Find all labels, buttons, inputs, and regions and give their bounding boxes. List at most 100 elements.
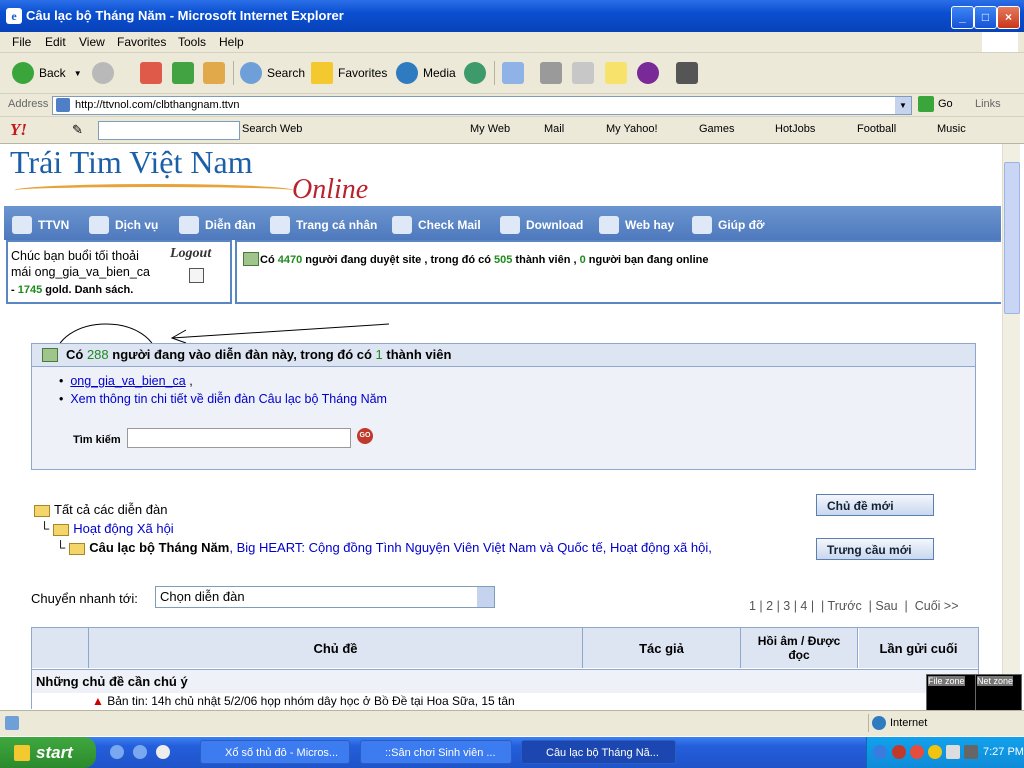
member-separator: , (185, 374, 193, 388)
nav-profile[interactable]: Trang cá nhân (270, 216, 377, 234)
star-icon (311, 62, 333, 84)
yahoo-search-input[interactable] (98, 121, 240, 140)
mail-button[interactable] (502, 59, 529, 87)
history-icon (464, 62, 486, 84)
go-button[interactable]: Go (918, 96, 953, 112)
stop-button[interactable] (140, 59, 167, 87)
yahoo-my-web[interactable]: My Web (470, 123, 510, 135)
minimize-button[interactable]: _ (951, 6, 974, 29)
refresh-button[interactable] (172, 59, 199, 87)
history-button[interactable] (464, 59, 491, 87)
menu-view[interactable]: View (79, 35, 105, 49)
maximize-button[interactable]: □ (974, 6, 997, 29)
nav-web-hay[interactable]: Web hay (599, 216, 674, 234)
breadcrumb-parent-link[interactable]: Hoạt động Xã hội (73, 521, 173, 536)
quicklaunch-media-icon[interactable] (156, 745, 170, 759)
forum-search-go-button[interactable]: GO (357, 428, 373, 444)
yahoo-music[interactable]: Music (937, 123, 966, 135)
profile-icon (270, 216, 290, 234)
new-poll-button[interactable]: Trưng cầu mới (816, 538, 934, 560)
nav-services[interactable]: Dịch vụ (89, 216, 158, 234)
print-button[interactable] (540, 59, 567, 87)
forum-online-header: Có 288 người đang vào diễn đàn này, tron… (32, 344, 975, 367)
breadcrumb-sibling-links[interactable]: , Big HEART: Cộng đồng Tình Nguyện Viên … (229, 540, 712, 555)
yahoo-messenger-button[interactable] (637, 59, 664, 87)
menu-edit[interactable]: Edit (45, 35, 66, 49)
mail-icon (392, 216, 412, 234)
close-button[interactable]: × (997, 6, 1020, 29)
annotation-arrowhead (170, 329, 187, 344)
yahoo-toolbar: Y! ✎ Search Web My Web Mail My Yahoo! Ga… (0, 117, 1024, 144)
nav-ttvn-label: TTVN (38, 218, 70, 232)
pagination[interactable]: 1 | 2 | 3 | 4 | | Trước | Sau | Cuối >> (749, 599, 959, 613)
window-titlebar[interactable]: e Câu lạc bộ Tháng Năm - Microsoft Inter… (0, 0, 1024, 32)
user-greeting: Chúc bạn buổi tối thoải mái ong_gia_va_b… (11, 249, 150, 279)
menu-favorites[interactable]: Favorites (117, 35, 166, 49)
pencil-icon[interactable]: ✎ (72, 122, 83, 138)
menu-file[interactable]: File (12, 35, 31, 49)
online-member-link[interactable]: ong_gia_va_bien_ca (70, 374, 185, 388)
nav-ttvn[interactable]: TTVN (12, 216, 69, 234)
vertical-scrollbar[interactable] (1002, 144, 1020, 709)
links-label[interactable]: Links (975, 98, 1001, 110)
favorites-button[interactable]: Favorites (311, 59, 387, 87)
page-status-icon (5, 716, 19, 730)
media-button[interactable]: Media (396, 59, 456, 87)
taskbar-item[interactable]: Xổ số thủ đô - Micros... (200, 740, 350, 764)
print-icon (540, 62, 562, 84)
clock[interactable]: 7:27 PM (983, 746, 1024, 758)
address-dropdown-icon[interactable]: ▼ (895, 97, 911, 114)
yahoo-games[interactable]: Games (699, 123, 734, 135)
help-icon (692, 216, 712, 234)
nav-check-mail[interactable]: Check Mail (392, 216, 481, 234)
forum-detail-link[interactable]: Xem thông tin chi tiết về diễn đàn Câu l… (70, 392, 387, 406)
breadcrumb-all-link[interactable]: Tất cả các diễn đàn (54, 502, 167, 517)
back-button[interactable]: Back ▼ (12, 59, 82, 87)
nav-forum[interactable]: Diễn đàn (179, 216, 256, 234)
menu-help[interactable]: Help (219, 35, 244, 49)
jump-select[interactable]: Chọn diễn đàn (155, 586, 495, 608)
tray-expand-icon[interactable] (873, 745, 887, 759)
tray-app-icon[interactable] (946, 745, 960, 759)
new-topic-button[interactable]: Chủ đề mới (816, 494, 934, 516)
tray-app-icon[interactable] (892, 745, 906, 759)
yahoo-football[interactable]: Football (857, 123, 896, 135)
tray-app-icon[interactable] (910, 745, 924, 759)
forward-arrow-icon (92, 62, 114, 84)
taskbar-item-active[interactable]: Câu lạc bộ Tháng Nă... (521, 740, 676, 764)
forward-button[interactable] (92, 59, 119, 87)
status-members: 505 (494, 254, 513, 266)
scrollbar-thumb[interactable] (1004, 162, 1020, 314)
home-button[interactable] (203, 59, 230, 87)
yahoo-my-yahoo[interactable]: My Yahoo! (606, 123, 658, 135)
edit-button[interactable] (572, 59, 599, 87)
menu-bar: File Edit View Favorites Tools Help (0, 32, 1024, 53)
yahoo-hotjobs[interactable]: HotJobs (775, 123, 815, 135)
chevron-down-icon (477, 587, 494, 607)
logout-icon[interactable] (189, 268, 204, 283)
quicklaunch-icon[interactable] (110, 745, 124, 759)
tray-app-icon[interactable] (964, 745, 978, 759)
gold-suffix[interactable]: gold. Danh sách. (42, 284, 133, 296)
search-web-button[interactable]: Search Web (242, 123, 302, 135)
site-logo[interactable]: Trái Tim Việt Nam (10, 144, 253, 181)
table-row[interactable]: ▲ Bản tin: 14h chủ nhật 5/2/06 họp nhóm … (92, 694, 515, 708)
yahoo-mail[interactable]: Mail (544, 123, 564, 135)
tray-smiley-icon[interactable] (928, 745, 942, 759)
start-button[interactable]: start (0, 737, 96, 768)
discuss-button[interactable] (605, 59, 632, 87)
logout-button[interactable]: Logout (170, 246, 211, 262)
nav-services-label: Dịch vụ (115, 218, 159, 232)
menu-tools[interactable]: Tools (178, 35, 206, 49)
search-label: Tìm kiếm (73, 434, 121, 446)
nav-download[interactable]: Download (500, 216, 583, 234)
topic-title-link[interactable]: Bản tin: 14h chủ nhật 5/2/06 họp nhóm dâ… (107, 694, 515, 708)
forum-search-input[interactable] (127, 428, 351, 448)
research-button[interactable] (676, 59, 703, 87)
yahoo-logo-icon[interactable]: Y! (10, 120, 27, 140)
quicklaunch-ie-icon[interactable] (133, 745, 147, 759)
taskbar-item[interactable]: ::Sân chơi Sinh viên ... (360, 740, 512, 764)
nav-help[interactable]: Giúp đỡ (692, 216, 765, 234)
search-button[interactable]: Search (240, 59, 305, 87)
address-input[interactable]: http://ttvnol.com/clbthangnam.ttvn ▼ (52, 96, 912, 115)
